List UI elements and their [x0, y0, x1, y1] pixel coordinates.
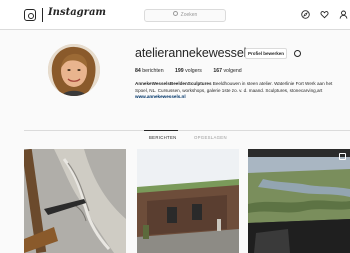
post-image-fort-bunker [137, 149, 239, 253]
compass-icon[interactable] [301, 10, 310, 19]
post-image-carving-chisel [24, 149, 126, 253]
camera-icon[interactable] [24, 9, 36, 21]
following-count: 167 [213, 68, 222, 74]
profile-bio: AnnekeWesselsBeeldenSculptures Beeldhouw… [135, 81, 340, 101]
posts-label: berichten [142, 68, 164, 74]
tab-saved[interactable]: OPGESLAGEN [194, 135, 227, 140]
avatar-photo [48, 44, 100, 96]
followers-count: 199 [175, 68, 184, 74]
followers-stat[interactable]: 199 volgers [175, 68, 202, 74]
website-link[interactable]: www.annekewessels.nl [135, 94, 340, 101]
post-thumbnail[interactable] [24, 149, 126, 253]
following-stat[interactable]: 167 volgend [213, 68, 241, 74]
search-placeholder: Zoeken [180, 12, 198, 18]
followers-label: volgers [185, 68, 202, 74]
top-navigation-bar: Instagram Zoeken [0, 0, 350, 30]
following-label: volgend [223, 68, 242, 74]
instagram-profile-page: Instagram Zoeken atelierannekewessels Pr… [0, 0, 350, 253]
logo-divider [42, 8, 43, 22]
search-input[interactable]: Zoeken [144, 9, 226, 22]
posts-stat: 84 berichten [135, 68, 164, 74]
post-thumbnail[interactable] [137, 149, 239, 253]
user-icon[interactable] [339, 10, 348, 19]
settings-gear-icon[interactable] [294, 50, 301, 57]
profile-username: atelierannekewessels [135, 46, 253, 60]
edit-profile-button[interactable]: Profiel bewerken [245, 48, 287, 59]
post-image-landscape-view [248, 149, 350, 253]
posts-count: 84 [135, 68, 141, 74]
instagram-logo[interactable]: Instagram [48, 7, 106, 18]
multiple-images-icon [339, 153, 346, 160]
bio-name: AnnekeWesselsBeeldenSculptures [135, 81, 212, 86]
post-thumbnail[interactable] [248, 149, 350, 253]
search-icon [172, 11, 178, 17]
heart-icon[interactable] [320, 10, 329, 19]
tab-posts[interactable]: BERICHTEN [149, 135, 177, 140]
active-tab-indicator [144, 130, 178, 131]
profile-avatar[interactable] [48, 44, 100, 96]
tabs-divider [24, 130, 350, 131]
profile-stats: 84 berichten 199 volgers 167 volgend [135, 68, 252, 74]
